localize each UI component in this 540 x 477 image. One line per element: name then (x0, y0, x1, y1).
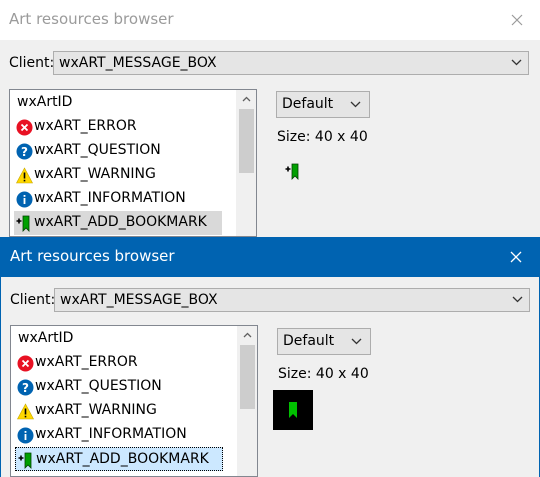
size-dropdown[interactable]: Default (277, 328, 371, 355)
warning-icon (17, 403, 34, 420)
information-icon (16, 191, 33, 208)
close-button[interactable] (493, 237, 539, 277)
scroll-thumb[interactable] (240, 345, 255, 409)
client-label: Client: (10, 292, 56, 308)
window-title: Art resources browser (10, 247, 175, 265)
list-item-add-bookmark[interactable]: wxART_ADD_BOOKMARK (15, 447, 223, 471)
information-icon (17, 427, 34, 444)
close-button[interactable] (494, 0, 540, 40)
list-header: wxArtID (15, 327, 223, 351)
list-header: wxArtID (14, 91, 222, 115)
art-browser-window-active: Art resources browser Client: wxART_MESS… (0, 237, 540, 477)
list-item-warning[interactable]: wxART_WARNING (14, 163, 222, 187)
art-browser-window-inactive: Art resources browser Client: wxART_MESS… (0, 0, 540, 237)
question-icon: ? (17, 379, 34, 396)
art-id-list[interactable]: wxArtID wxART_ERROR ? wxART_QUESTION wxA… (9, 89, 257, 237)
list-item-label: wxART_INFORMATION (35, 426, 187, 442)
scroll-thumb[interactable] (239, 109, 254, 173)
size-label: Size: 40 x 40 (278, 366, 369, 382)
close-icon (510, 251, 522, 263)
svg-text:?: ? (21, 145, 28, 159)
list-item-label: wxART_ADD_BOOKMARK (36, 451, 209, 467)
bitmap-preview (273, 390, 313, 430)
error-icon (17, 355, 34, 372)
size-dropdown-value: Default (283, 333, 335, 349)
list-header-label: wxArtID (18, 330, 74, 346)
art-id-list[interactable]: wxArtID wxART_ERROR ? wxART_QUESTION wxA… (10, 325, 258, 477)
chevron-down-icon (512, 296, 523, 303)
list-item-information[interactable]: wxART_INFORMATION (14, 187, 222, 211)
list-item-label: wxART_INFORMATION (34, 190, 186, 206)
list-item-add-bookmark[interactable]: wxART_ADD_BOOKMARK (14, 211, 222, 235)
scroll-up-button[interactable] (238, 326, 257, 344)
chevron-down-icon (351, 338, 362, 345)
list-item-label: wxART_WARNING (34, 166, 156, 182)
client-dropdown[interactable]: wxART_MESSAGE_BOX (54, 288, 530, 312)
chevron-down-icon (350, 101, 361, 108)
client-dropdown[interactable]: wxART_MESSAGE_BOX (53, 51, 529, 75)
add-bookmark-icon (16, 215, 30, 232)
add-bookmark-icon (18, 452, 32, 469)
chevron-down-icon (511, 59, 522, 66)
error-icon (16, 119, 33, 136)
list-item-warning[interactable]: wxART_WARNING (15, 399, 223, 423)
client-dropdown-value: wxART_MESSAGE_BOX (59, 55, 217, 71)
list-item-label: wxART_ERROR (34, 118, 137, 134)
size-dropdown-value: Default (282, 96, 334, 112)
close-icon (511, 14, 523, 26)
list-item-label: wxART_QUESTION (35, 378, 162, 394)
list-item-label: wxART_WARNING (35, 402, 157, 418)
window-title: Art resources browser (9, 10, 174, 28)
client-dropdown-value: wxART_MESSAGE_BOX (60, 292, 218, 308)
size-dropdown[interactable]: Default (276, 91, 370, 118)
list-item-error[interactable]: wxART_ERROR (14, 115, 222, 139)
add-bookmark-icon (289, 402, 297, 418)
title-bar: Art resources browser (0, 0, 540, 40)
svg-text:?: ? (22, 381, 29, 395)
list-header-label: wxArtID (17, 94, 73, 110)
warning-icon (16, 167, 33, 184)
list-item-label: wxART_ERROR (35, 354, 138, 370)
list-item-question[interactable]: ? wxART_QUESTION (14, 139, 222, 163)
list-item-label: wxART_QUESTION (34, 142, 161, 158)
list-item-error[interactable]: wxART_ERROR (15, 351, 223, 375)
chevron-up-icon (242, 96, 251, 102)
list-item-question[interactable]: ? wxART_QUESTION (15, 375, 223, 399)
scroll-up-button[interactable] (237, 90, 256, 108)
list-scrollbar[interactable] (236, 90, 256, 236)
title-bar: Art resources browser (1, 237, 539, 277)
list-item-label: wxART_ADD_BOOKMARK (34, 214, 207, 230)
chevron-up-icon (243, 332, 252, 338)
client-label: Client: (9, 55, 55, 71)
list-item-information[interactable]: wxART_INFORMATION (15, 423, 223, 447)
question-icon: ? (16, 143, 33, 160)
list-scrollbar[interactable] (237, 326, 257, 476)
size-label: Size: 40 x 40 (277, 129, 368, 145)
add-bookmark-icon (285, 163, 299, 180)
